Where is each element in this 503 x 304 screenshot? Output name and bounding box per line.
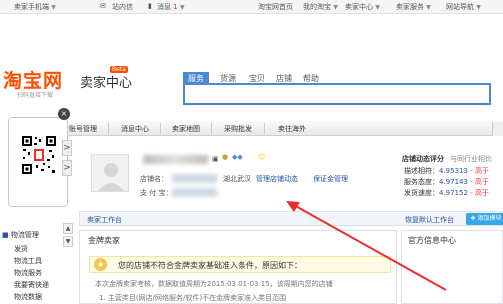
seller-center-title: 卖家中心 [80,76,133,91]
deposit-link[interactable]: 保证金管理 [313,174,348,184]
nav-divider [264,123,265,134]
my-taobao-link[interactable]: 我的淘宝 ▼ [303,2,338,12]
workbench-header: 卖家工作台 恢复默认工作台 ✚ 添加模块 [79,211,503,226]
mobile-link[interactable]: 卖家手机端 ▼ [14,2,56,12]
notice-icon: ▮ [148,2,152,10]
dsr-row: 描述相符：4.95313 - 高于 [404,167,489,175]
official-news-title: 官方信息中心 [408,236,456,245]
manage-shop-link[interactable]: 管理店铺动态 [256,174,298,184]
seller-service-link[interactable]: 卖家服务 ▼ [396,2,431,12]
sidebar-item-logistics-tools[interactable]: 物流工具 [14,256,42,266]
sidebar-heading[interactable]: ■ 物流管理 [2,230,39,240]
sidebar-item-logistics-service[interactable]: 物流服务 [14,268,42,278]
nav-overseas[interactable]: 卖往海外 [278,124,306,134]
add-module-button[interactable]: ✚ 添加模块 [466,213,503,225]
workbench-title: 卖家工作台 [87,216,122,224]
chevron-right-icon[interactable]: > [62,140,72,156]
left-sidebar: ▲ ▼ ■ 物流管理 发货 物流工具 物流服务 我要寄快递 物流数据 [0,223,73,304]
scroll-down-icon[interactable]: ▼ [63,236,73,247]
dsr-row: 服务态度：4.97143 - 高于 [404,178,489,186]
gold-seller-message: 您的店铺不符合金牌卖家基础准入条件，原因如下： [118,261,302,270]
dsr-title: 店铺动态评分 [402,155,444,163]
shop-icon: ▣ [212,155,219,163]
gold-seller-reason: 1. 主营类目(网店/网络服务/软件)不在金牌卖家准入类目范围 [99,294,287,302]
close-icon[interactable]: × [58,108,70,120]
location: 湖北武汉 [223,175,251,183]
sidebar-item-ship[interactable]: 发货 [14,244,28,254]
diamond-icon: ◆◆ [232,153,243,161]
station-link[interactable]: 站内信 [112,2,133,12]
gold-seller-detail: 本次金牌卖家考核，数据取值周期为2015.03.01-03.15，该周期内您的店… [95,280,333,288]
sidebar-item-send-express[interactable]: 我要寄快递 [14,280,49,290]
nav-seller-map[interactable]: 卖家地图 [172,124,200,134]
qr-code [21,135,57,175]
alipay-label: 支 付 宝： [140,189,173,197]
qr-popup [8,117,68,207]
chevron-right-icon[interactable]: > [62,160,72,176]
site-nav-link[interactable]: 网站导航 ▼ [446,2,481,12]
beta-badge: Beta [110,66,128,73]
avatar[interactable] [91,154,129,192]
shop-name-label: 店铺名： [140,175,168,183]
nav-wholesale[interactable]: 采购批发 [224,124,252,134]
nav-account[interactable]: 账号管理 [69,124,97,134]
dsr-compare: 与同行业相比 [450,155,492,163]
smile-icon: ☺ [258,153,266,161]
gold-seller-notice: ★ 您的店铺不符合金牌卖家基础准入条件，原因如下： [89,256,391,273]
taobao-home-link[interactable]: 淘宝网首页 [258,2,293,12]
medal-icon: ★ [94,258,107,271]
nav-divider [211,123,212,134]
notice-link[interactable]: 消息 1 ▼ [157,2,185,12]
nav-messages[interactable]: 消息中心 [121,124,149,134]
restore-default-link[interactable]: 恢复默认工作台 [405,215,454,225]
seller-center-link[interactable]: 卖家中心 ▼ [345,2,380,12]
sidebar-item-logistics-data[interactable]: 物流数据 [14,292,42,302]
main-nav: 账号管理 消息中心 卖家地图 采购批发 卖往海外 [48,121,503,136]
medal-icon: ● [222,153,229,161]
username-redacted [143,155,208,164]
taobao-logo[interactable]: 淘宝网 [3,66,63,93]
download-slogan: 扫码直接下载 [17,92,54,99]
search-input[interactable] [183,83,491,105]
scroll-up-icon[interactable]: ▲ [63,223,73,234]
official-news-panel: 官方信息中心 [401,230,503,304]
nav-divider [108,123,109,134]
gold-seller-panel: 金牌卖家 ★ 您的店铺不符合金牌卖家基础准入条件，原因如下： 本次金牌卖家考核，… [79,230,397,304]
envelope-icon[interactable]: ✉ [100,2,106,10]
nav-divider [160,123,161,134]
gold-seller-title: 金牌卖家 [88,236,120,245]
shop-name-redacted [172,174,217,183]
top-bar: 卖家手机端 ▼ ✉ 站内信 ▮ 消息 1 ▼ 淘宝网首页 我的淘宝 ▼ 卖家中心… [0,0,503,14]
alipay-redacted [172,188,217,197]
scrollbar[interactable] [492,122,503,136]
dsr-row: 发货速度：4.97152 - 高于 [404,189,489,197]
